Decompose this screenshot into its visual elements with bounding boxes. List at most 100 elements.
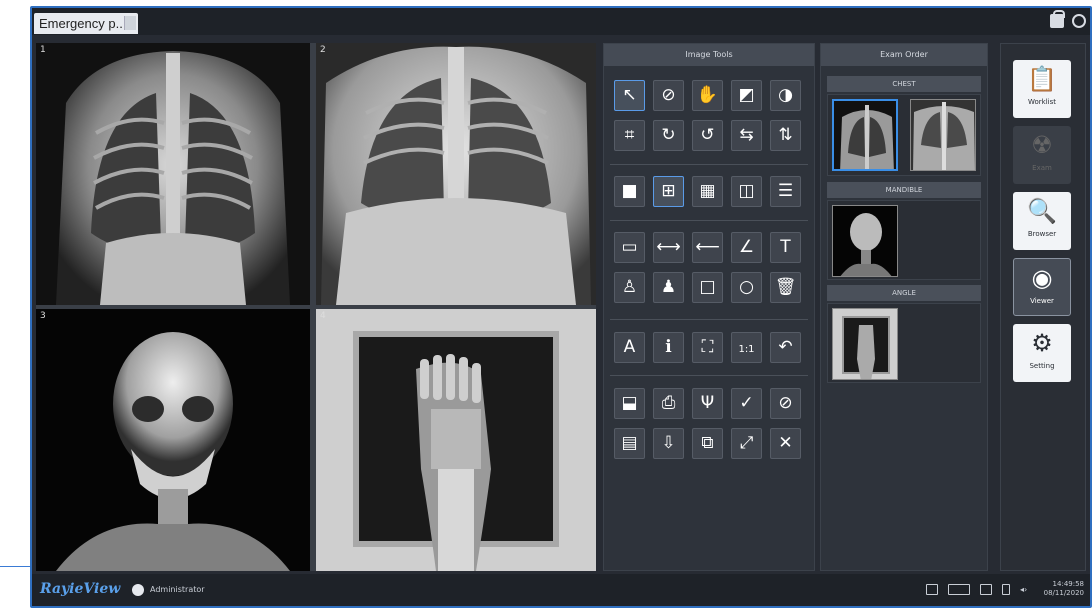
ellipse-tool-button[interactable]: ○ (731, 272, 762, 303)
nav-exam-button[interactable]: ☢ Exam (1013, 126, 1071, 184)
pointer-tool-button[interactable]: ↖ (614, 80, 645, 111)
group-angle (827, 303, 981, 383)
export-icon: ⇩ (661, 433, 676, 453)
power-icon[interactable] (1072, 14, 1086, 28)
label-a-icon: A (623, 337, 636, 357)
thumbnail-chest-1[interactable] (832, 99, 898, 171)
close-icon: ✕ (778, 433, 793, 453)
nav-setting-button[interactable]: ⚙ Setting (1013, 324, 1071, 382)
layout-2x1-icon: ☰ (777, 181, 794, 201)
clipboard-icon: 📋 (1027, 65, 1057, 93)
tab-close-icon[interactable] (124, 16, 136, 30)
reject-tool-button[interactable]: ⊘ (770, 388, 801, 419)
info-tool-button[interactable]: ℹ (653, 332, 684, 363)
viewport-number: 1 (40, 45, 46, 55)
text-icon: T (780, 237, 791, 257)
viewport-number: 2 (320, 45, 326, 55)
patient-tab-label: Emergency p... (39, 16, 127, 31)
zoom-icon: ⊘ (661, 85, 676, 105)
tool-row: ♙ ♟ □ ○ 🗑 (614, 272, 801, 303)
rectangle-tool-button[interactable]: □ (692, 272, 723, 303)
rotate-ccw-tool-button[interactable]: ↺ (692, 120, 723, 151)
layout-1x1-icon: ■ (621, 181, 638, 201)
zoom-tool-button[interactable]: ⊘ (653, 80, 684, 111)
rotate-ccw-icon: ↺ (700, 125, 715, 145)
text-tool-button[interactable]: T (770, 232, 801, 263)
nav-label: Setting (1029, 362, 1055, 370)
nav-viewer-button[interactable]: ◉ Viewer (1013, 258, 1071, 316)
thumbnail-angle[interactable] (832, 308, 898, 380)
compare-tool-button[interactable]: ⧉ (692, 428, 723, 459)
window-level-tool-button[interactable]: ◩ (731, 80, 762, 111)
viewport-2[interactable]: 2 (316, 43, 596, 305)
accent-line (0, 566, 30, 567)
group-chest (827, 94, 981, 176)
flip-horizontal-icon: ⇆ (739, 125, 754, 145)
thumbnail-chest-2[interactable] (910, 99, 976, 171)
fit-icon: ⛶ (701, 337, 714, 357)
close-tool-button[interactable]: ✕ (770, 428, 801, 459)
annotate-person-left-tool-button[interactable]: ♟ (653, 272, 684, 303)
export-tool-button[interactable]: ⇩ (653, 428, 684, 459)
save-tool-button[interactable]: ⬓ (614, 388, 645, 419)
divider (610, 164, 808, 165)
delete-tool-button[interactable]: 🗑 (770, 272, 801, 303)
angle-tool-button[interactable]: ∠ (731, 232, 762, 263)
arrow-line-icon: ⟵ (695, 237, 720, 257)
nav-browser-button[interactable]: 🔍 Browser (1013, 192, 1071, 250)
report-tool-button[interactable]: ▤ (614, 428, 645, 459)
line-tool-button[interactable]: ⟷ (653, 232, 684, 263)
reset-icon: ↶ (778, 337, 793, 357)
save-icon: ⬓ (621, 393, 638, 413)
layout-1x1-tool-button[interactable]: ■ (614, 176, 645, 207)
fullscreen-tool-button[interactable]: ⤢ (731, 428, 762, 459)
exam-order-title: Exam Order (821, 44, 987, 66)
invert-tool-button[interactable]: ◑ (770, 80, 801, 111)
actual-size-tool-button[interactable]: 1:1 (731, 332, 762, 363)
patient-tab[interactable]: Emergency p... (34, 13, 138, 34)
divider (610, 319, 808, 320)
delete-icon: 🗑 (774, 277, 797, 297)
info-icon: ℹ (665, 337, 672, 357)
ruler-tool-button[interactable]: ▭ (614, 232, 645, 263)
compare-icon: ⧉ (701, 433, 714, 453)
invert-icon: ◑ (778, 85, 793, 105)
viewport-1[interactable]: 1 (36, 43, 310, 305)
annotate-person-tool-button[interactable]: ♙ (614, 272, 645, 303)
crop-tool-button[interactable]: ⌗ (614, 120, 645, 151)
tool-row: ■ ⊞ ▦ ◫ ☰ (614, 176, 801, 207)
fit-tool-button[interactable]: ⛶ (692, 332, 723, 363)
flip-vertical-tool-button[interactable]: ⇅ (770, 120, 801, 151)
layout-1x2-icon: ◫ (738, 181, 755, 201)
nav-worklist-button[interactable]: 📋 Worklist (1013, 60, 1071, 118)
pointer-icon: ↖ (622, 85, 637, 105)
rotate-cw-tool-button[interactable]: ↻ (653, 120, 684, 151)
flip-vertical-icon: ⇅ (778, 125, 793, 145)
viewport-3[interactable]: 3 (36, 309, 310, 571)
line-icon: ⟷ (656, 237, 681, 257)
tool-row: ↖ ⊘ ✋ ◩ ◑ (614, 80, 801, 111)
viewport-4[interactable]: 4 (316, 309, 596, 571)
print-tool-button[interactable]: ⎙ (653, 388, 684, 419)
label-a-tool-button[interactable]: A (614, 332, 645, 363)
lock-icon[interactable] (1050, 10, 1065, 28)
angle-icon: ∠ (738, 237, 755, 257)
exam-order-panel: Exam Order CHEST MANDIBLE ANGLE (820, 43, 988, 571)
user-name: Administrator (150, 585, 205, 594)
thumbnail-mandible[interactable] (832, 205, 898, 277)
accept-tool-button[interactable]: ✓ (731, 388, 762, 419)
accept-icon: ✓ (739, 393, 754, 413)
layout-2x2-tool-button[interactable]: ⊞ (653, 176, 684, 207)
tool-row: ⬓ ⎙ Ψ ✓ ⊘ (614, 388, 801, 419)
tool-row: ⌗ ↻ ↺ ⇆ ⇅ (614, 120, 801, 151)
arrow-line-tool-button[interactable]: ⟵ (692, 232, 723, 263)
reset-tool-button[interactable]: ↶ (770, 332, 801, 363)
skull-xray-image (36, 309, 310, 571)
user-icon (132, 584, 144, 596)
layout-2x1-tool-button[interactable]: ☰ (770, 176, 801, 207)
flip-horizontal-tool-button[interactable]: ⇆ (731, 120, 762, 151)
usb-tool-button[interactable]: Ψ (692, 388, 723, 419)
pan-tool-button[interactable]: ✋ (692, 80, 723, 111)
layout-1x2-tool-button[interactable]: ◫ (731, 176, 762, 207)
layout-3x3-tool-button[interactable]: ▦ (692, 176, 723, 207)
